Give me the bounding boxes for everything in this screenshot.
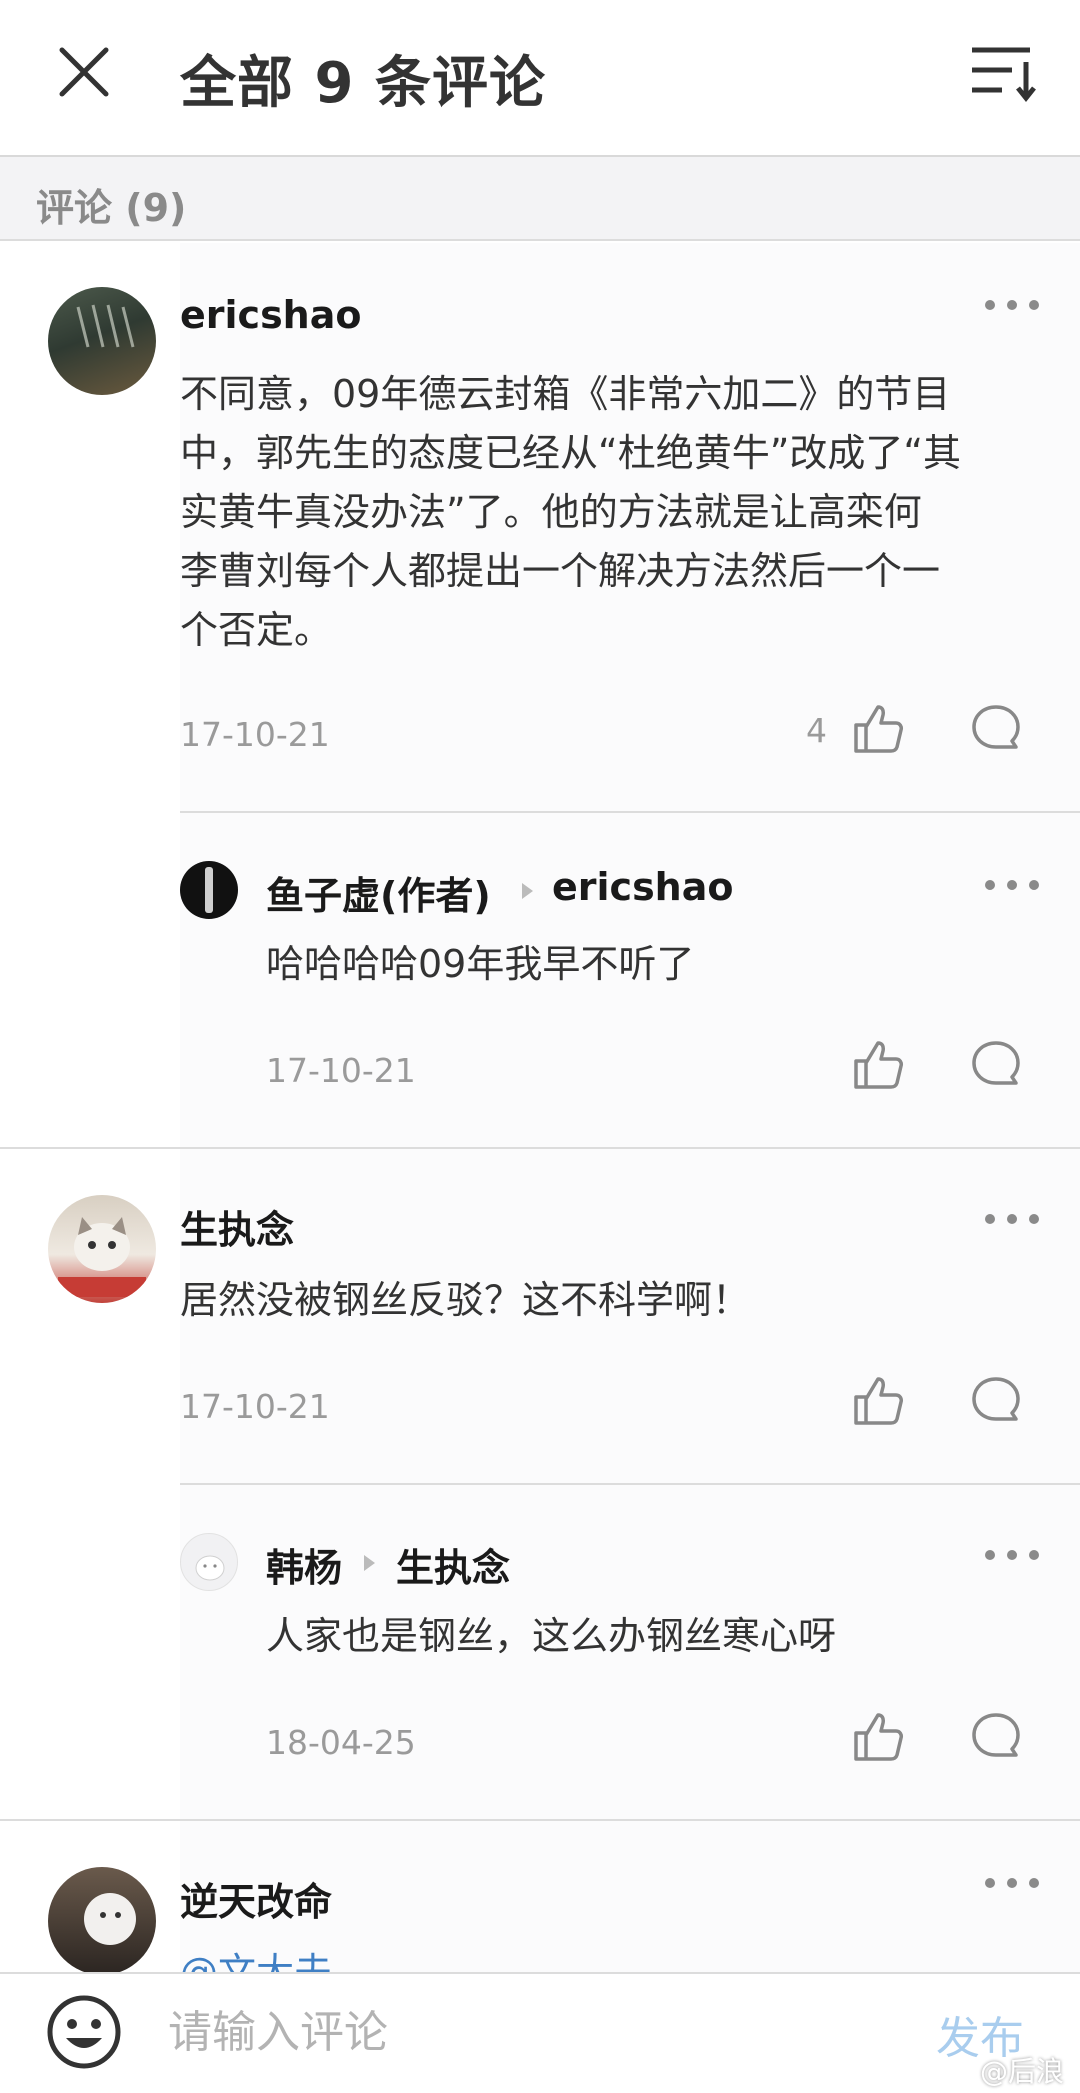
top-bar: 全部 9 条评论 xyxy=(0,0,1080,157)
avatar[interactable] xyxy=(48,1867,156,1972)
reply-arrow-icon xyxy=(364,1555,375,1571)
more-icon xyxy=(985,300,1039,310)
comment-username[interactable]: ericshao xyxy=(180,293,361,337)
reply-date: 17-10-21 xyxy=(266,1051,416,1090)
avatar[interactable] xyxy=(48,287,156,395)
comment-text-line: 李曹刘每个人都提出一个解决方法然后一个一 xyxy=(180,549,941,593)
close-icon xyxy=(59,47,109,97)
comment-text-line: 个否定。 xyxy=(180,608,333,652)
comments-section-header: 评论 (9) xyxy=(0,157,1080,241)
more-icon xyxy=(985,1214,1039,1224)
more-options-button[interactable] xyxy=(982,1543,1042,1567)
comment-bubble-icon xyxy=(972,1377,1020,1421)
more-icon xyxy=(985,1878,1039,1888)
comment-text-mention[interactable]: @文大夫 xyxy=(180,1943,332,1972)
like-count: 4 xyxy=(806,711,827,750)
reply-button[interactable] xyxy=(968,701,1024,757)
avatar[interactable] xyxy=(180,861,238,919)
comment-input[interactable] xyxy=(168,1996,888,2068)
thumbs-up-icon xyxy=(854,1377,903,1425)
comment-text: 不同意，09年德云封箱《非常六加二》的节目 中，郭先生的态度已经从“杜绝黄牛”改… xyxy=(180,365,1040,660)
thumbs-up-icon xyxy=(854,1713,903,1761)
like-button[interactable] xyxy=(850,701,906,757)
more-options-button[interactable] xyxy=(982,873,1042,897)
more-icon xyxy=(985,1550,1039,1560)
reply-to-username[interactable]: 生执念 xyxy=(396,1537,510,1592)
page-title: 全部 9 条评论 xyxy=(180,51,546,116)
reply-date: 18-04-25 xyxy=(266,1723,416,1762)
comment-text-line: 实黄牛真没办法”了。他的方法就是让高栾何 xyxy=(180,490,922,534)
more-options-button[interactable] xyxy=(982,1871,1042,1895)
emoji-button[interactable] xyxy=(44,1992,124,2072)
comment-input-bar: 发布 xyxy=(0,1972,1080,2093)
more-options-button[interactable] xyxy=(982,293,1042,317)
default-avatar-image xyxy=(195,1555,225,1581)
comment-text-line: 中，郭先生的态度已经从“杜绝黄牛”改成了“其 xyxy=(180,431,962,475)
more-icon xyxy=(985,880,1039,890)
thumbs-up-icon xyxy=(854,1041,903,1089)
reply-username[interactable]: 鱼子虚(作者) xyxy=(266,865,491,920)
comment-username[interactable]: 逆天改命 xyxy=(180,1871,332,1926)
sort-button[interactable] xyxy=(968,42,1040,103)
comment-date: 17-10-21 xyxy=(180,715,330,754)
like-button[interactable] xyxy=(850,1709,906,1765)
watermark-text: @后浪 xyxy=(980,2055,1065,2088)
comment-username[interactable]: 生执念 xyxy=(180,1199,294,1254)
avatar[interactable] xyxy=(48,1195,156,1303)
dog-avatar-image xyxy=(84,1893,136,1945)
thread-background xyxy=(180,1149,1080,1821)
comment-bubble-icon xyxy=(972,1713,1020,1757)
avatar-image xyxy=(205,867,213,913)
comment-thread: ericshao 不同意，09年德云封箱《非常六加二》的节目 中，郭先生的态度已… xyxy=(0,243,1080,1149)
close-button[interactable] xyxy=(52,40,116,104)
like-button[interactable] xyxy=(850,1373,906,1429)
comment-bubble-icon xyxy=(972,705,1020,749)
comment-text-line: 不同意，09年德云封箱《非常六加二》的节目 xyxy=(180,372,951,416)
cat-avatar-image xyxy=(58,1217,146,1297)
emoji-icon xyxy=(47,1995,121,2069)
like-button[interactable] xyxy=(850,1037,906,1093)
comment-thread: 逆天改命 @文大夫 xyxy=(0,1821,1080,1972)
comments-count-label: 评论 (9) xyxy=(36,186,187,230)
reply-divider xyxy=(180,811,1080,813)
reply-divider xyxy=(180,1483,1080,1485)
sort-icon xyxy=(972,47,1036,103)
reply-text: 哈哈哈哈09年我早不听了 xyxy=(266,942,695,986)
avatar-image xyxy=(76,304,135,348)
comment-bubble-icon xyxy=(972,1041,1020,1085)
comment-thread: 生执念 居然没被钢丝反驳？这不科学啊！ 17-10-21 韩杨 生执念 人家也是… xyxy=(0,1149,1080,1821)
reply-arrow-icon xyxy=(522,883,533,899)
reply-text: 人家也是钢丝，这么办钢丝寒心呀 xyxy=(266,1614,837,1658)
reply-button[interactable] xyxy=(968,1037,1024,1093)
more-options-button[interactable] xyxy=(982,1207,1042,1231)
comment-text: 居然没被钢丝反驳？这不科学啊！ xyxy=(180,1278,751,1322)
avatar[interactable] xyxy=(180,1533,238,1591)
comment-date: 17-10-21 xyxy=(180,1387,330,1426)
reply-username[interactable]: 韩杨 xyxy=(266,1537,342,1592)
reply-to-username[interactable]: ericshao xyxy=(552,865,733,909)
reply-button[interactable] xyxy=(968,1709,1024,1765)
thumbs-up-icon xyxy=(854,705,903,753)
reply-button[interactable] xyxy=(968,1373,1024,1429)
